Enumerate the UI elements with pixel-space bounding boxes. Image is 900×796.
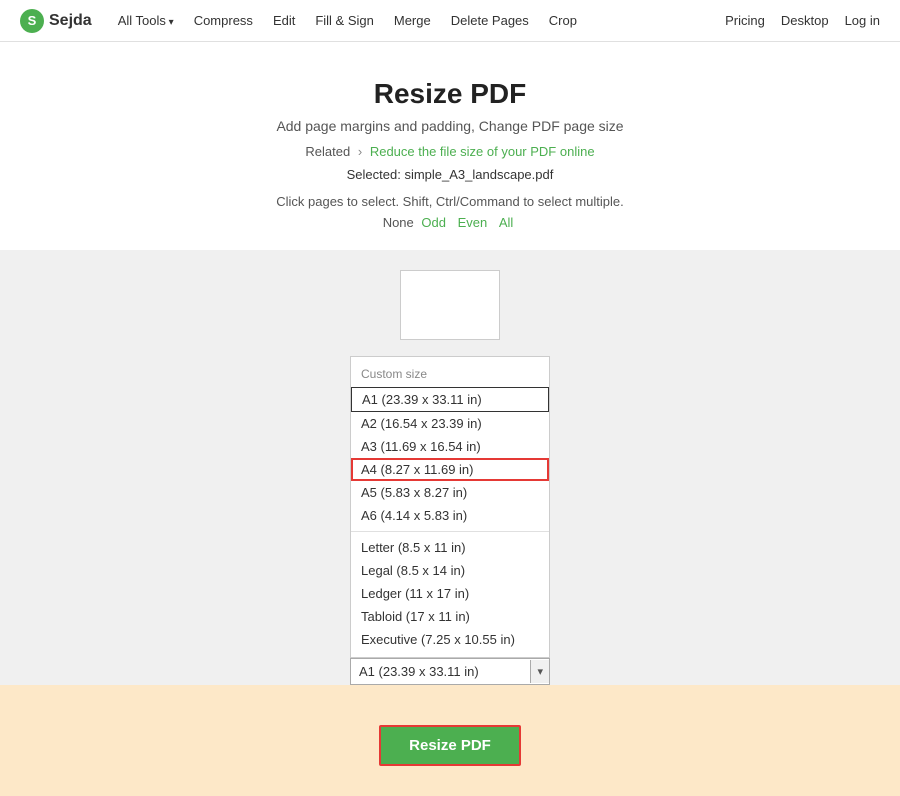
related-line: Related › Reduce the file size of your P… xyxy=(20,144,880,159)
nav-right: Pricing Desktop Log in xyxy=(725,13,880,28)
resize-pdf-button[interactable]: Resize PDF xyxy=(379,725,521,766)
gray-area: Custom size A1 (23.39 x 33.11 in) A2 (16… xyxy=(0,250,900,685)
logo[interactable]: S Sejda xyxy=(20,9,92,33)
dropdown-option-a4[interactable]: A4 (8.27 x 11.69 in) xyxy=(351,458,549,481)
nav-crop[interactable]: Crop xyxy=(541,9,585,32)
selected-filename: simple_A3_landscape.pdf xyxy=(404,167,553,182)
dropdown-divider xyxy=(351,531,549,532)
instruction-text: Click pages to select. Shift, Ctrl/Comma… xyxy=(20,194,880,209)
select-box[interactable]: A1 (23.39 x 33.11 in) ▾ xyxy=(350,658,550,685)
nav-merge[interactable]: Merge xyxy=(386,9,439,32)
dropdown-option-a1[interactable]: A1 (23.39 x 33.11 in) xyxy=(351,387,549,412)
dropdown-option-letter[interactable]: Letter (8.5 x 11 in) xyxy=(351,536,549,559)
main-content: Resize PDF Add page margins and padding,… xyxy=(0,42,900,230)
nav-login[interactable]: Log in xyxy=(845,13,880,28)
nav-fill-sign[interactable]: Fill & Sign xyxy=(307,9,382,32)
none-label: None xyxy=(383,215,414,230)
nav-compress[interactable]: Compress xyxy=(186,9,261,32)
selected-file-line: Selected: simple_A3_landscape.pdf xyxy=(20,167,880,182)
select-box-arrow-icon[interactable]: ▾ xyxy=(530,660,549,683)
nav-edit[interactable]: Edit xyxy=(265,9,303,32)
dropdown-label: Custom size xyxy=(351,367,549,387)
even-link[interactable]: Even xyxy=(458,215,488,230)
select-box-value: A1 (23.39 x 33.11 in) xyxy=(351,659,530,684)
navbar: S Sejda All Tools Compress Edit Fill & S… xyxy=(0,0,900,42)
related-chevron-icon: › xyxy=(358,144,362,159)
page-select-links: None Odd Even All xyxy=(20,215,880,230)
bottom-area: Resize PDF xyxy=(0,685,900,796)
selected-label: Selected: xyxy=(347,167,401,182)
nav-pricing[interactable]: Pricing xyxy=(725,13,765,28)
logo-text: Sejda xyxy=(49,12,92,30)
logo-icon: S xyxy=(20,9,44,33)
odd-link[interactable]: Odd xyxy=(421,215,446,230)
page-title: Resize PDF xyxy=(20,78,880,110)
dropdown-option-a3[interactable]: A3 (11.69 x 16.54 in) xyxy=(351,435,549,458)
page-subtitle: Add page margins and padding, Change PDF… xyxy=(20,118,880,134)
dropdown-option-ledger[interactable]: Ledger (11 x 17 in) xyxy=(351,582,549,605)
related-label: Related xyxy=(305,144,350,159)
dropdown-option-a5[interactable]: A5 (5.83 x 8.27 in) xyxy=(351,481,549,504)
nav-items: All Tools Compress Edit Fill & Sign Merg… xyxy=(110,9,725,32)
dropdown-panel: Custom size A1 (23.39 x 33.11 in) A2 (16… xyxy=(350,356,550,658)
dropdown-option-a2[interactable]: A2 (16.54 x 23.39 in) xyxy=(351,412,549,435)
nav-delete-pages[interactable]: Delete Pages xyxy=(443,9,537,32)
nav-desktop[interactable]: Desktop xyxy=(781,13,829,28)
dropdown-option-executive[interactable]: Executive (7.25 x 10.55 in) xyxy=(351,628,549,651)
related-link[interactable]: Reduce the file size of your PDF online xyxy=(370,144,595,159)
page-thumbnail xyxy=(400,270,500,340)
all-link[interactable]: All xyxy=(499,215,513,230)
dropdown-option-tabloid[interactable]: Tabloid (17 x 11 in) xyxy=(351,605,549,628)
nav-all-tools[interactable]: All Tools xyxy=(110,9,182,32)
dropdown-option-a6[interactable]: A6 (4.14 x 5.83 in) xyxy=(351,504,549,527)
